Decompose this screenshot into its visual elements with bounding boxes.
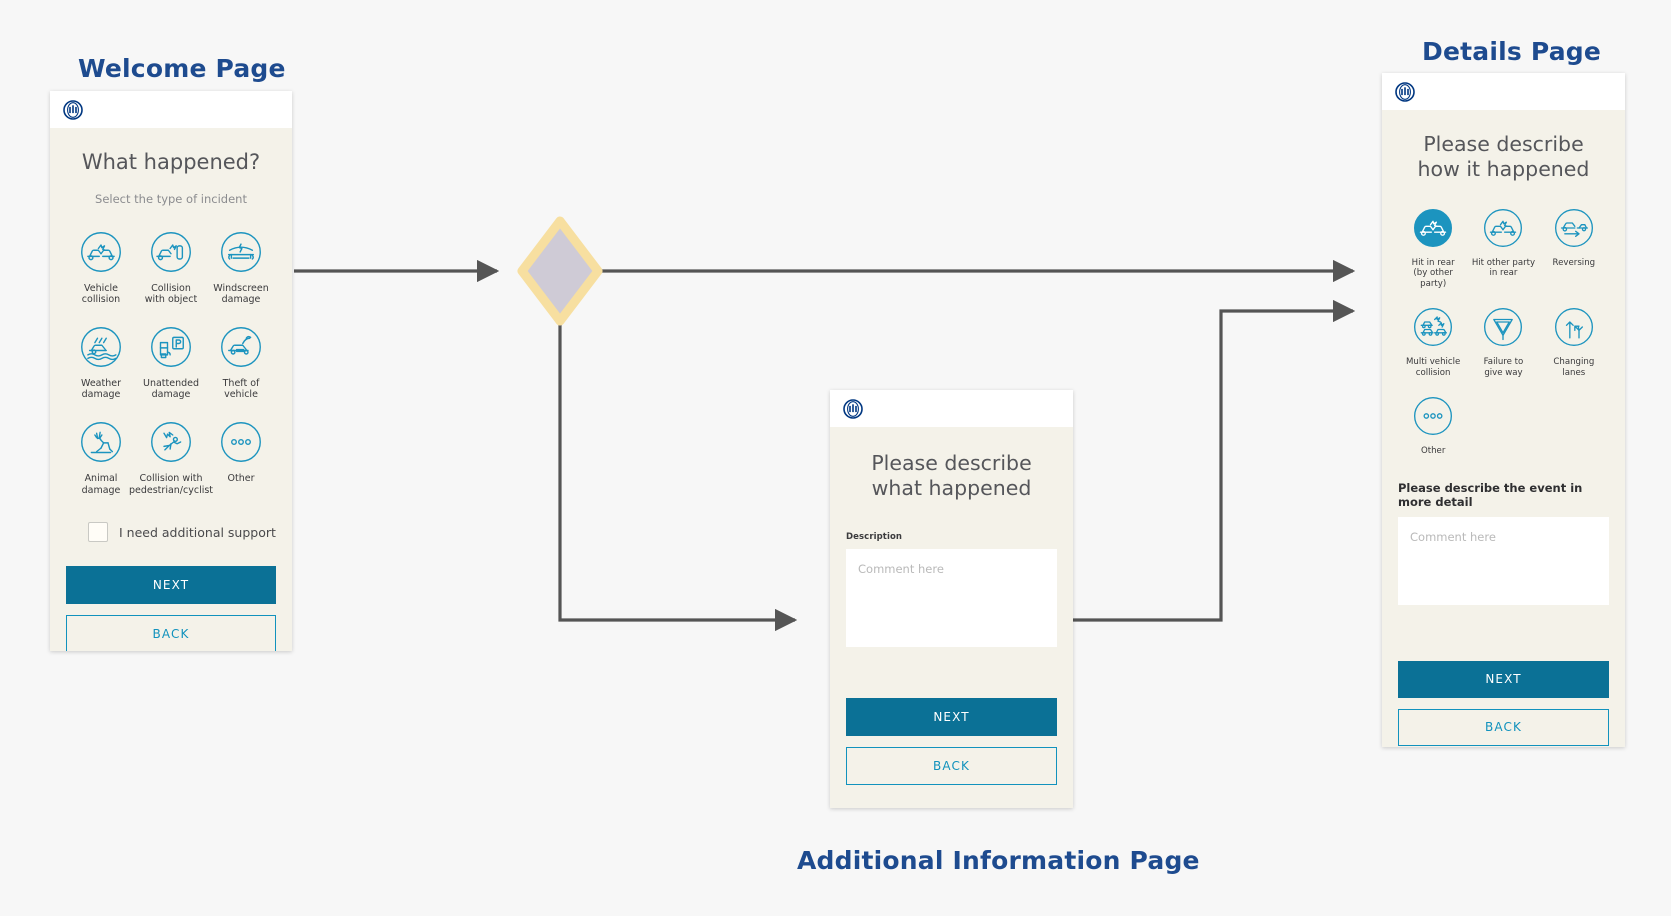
additional-support-label: I need additional support <box>119 524 276 540</box>
details-next-button[interactable]: NEXT <box>1398 660 1609 698</box>
unattended-damage-icon <box>150 326 192 373</box>
weather-damage-icon <box>80 326 122 373</box>
multi-vehicle-collision-icon <box>1413 307 1453 352</box>
details-back-button[interactable]: BACK <box>1398 708 1609 746</box>
allianz-logo-icon <box>1395 81 1415 102</box>
changing-lanes-icon <box>1554 307 1594 352</box>
welcome-body: What happened? Select the type of incide… <box>50 128 292 651</box>
additional-title: Please describe what happened <box>871 451 1032 500</box>
option-hit-in-rear[interactable]: Hit in rear (by other party) <box>1399 208 1467 289</box>
welcome-next-button[interactable]: NEXT <box>66 566 276 605</box>
option-label: Reversing <box>1552 258 1596 268</box>
option-label: Changing lanes <box>1553 357 1595 378</box>
welcome-subtitle: Select the type of incident <box>95 191 247 206</box>
additional-support-checkbox[interactable] <box>88 522 108 543</box>
option-label: Vehicle collision <box>81 282 121 306</box>
option-label: Hit other party in rear <box>1471 258 1536 279</box>
option-label: Hit in rear (by other party) <box>1411 258 1455 289</box>
fault-type-grid: Hit in rear (by other party) Hit other pa… <box>1398 208 1609 457</box>
vehicle-collision-icon <box>80 231 122 278</box>
failure-to-give-way-icon <box>1483 307 1523 352</box>
option-collision-with-pedestrian[interactable]: Collision with pedestrian/cyclist <box>129 421 213 496</box>
welcome-page-screen: What happened? Select the type of incide… <box>50 91 292 651</box>
details-textarea[interactable] <box>1398 516 1609 605</box>
option-collision-with-object[interactable]: Collision with object <box>137 231 205 306</box>
option-label: Multi vehicle collision <box>1405 357 1461 378</box>
option-label: Other <box>227 472 255 484</box>
option-label: Unattended damage <box>142 377 200 401</box>
welcome-back-button[interactable]: BACK <box>66 615 276 651</box>
option-multi-vehicle-collision[interactable]: Multi vehicle collision <box>1399 307 1467 378</box>
additional-info-screen: Please describe what happened Descriptio… <box>830 390 1073 808</box>
windscreen-damage-icon <box>220 231 262 278</box>
details-page-screen: Please describe how it happened Hit in r… <box>1382 73 1625 747</box>
additional-next-button[interactable]: NEXT <box>846 698 1057 736</box>
option-label: Collision with pedestrian/cyclist <box>128 472 214 496</box>
option-theft-of-vehicle[interactable]: Theft of vehicle <box>207 326 275 401</box>
decision-node[interactable] <box>516 215 604 332</box>
option-other[interactable]: Other <box>207 421 275 496</box>
option-failure-to-give-way[interactable]: Failure to give way <box>1469 307 1537 378</box>
option-label: Theft of vehicle <box>222 377 260 401</box>
animal-damage-icon <box>80 421 122 468</box>
description-field-label: Description <box>846 532 903 542</box>
details-title: Please describe how it happened <box>1417 132 1590 181</box>
additional-support-checkbox-row[interactable]: I need additional support <box>66 522 276 543</box>
connector-decision-to-additional <box>558 300 798 632</box>
option-windscreen-damage[interactable]: Windscreen damage <box>207 231 275 306</box>
incident-type-grid: Vehicle collision Collision with object Wi… <box>66 231 276 496</box>
allianz-logo-icon <box>63 99 83 120</box>
caption-details-page: Details Page <box>1422 37 1602 66</box>
hit-in-rear-icon <box>1413 208 1453 253</box>
detail-prompt-label: Please describe the event in more detail <box>1398 480 1583 509</box>
flow-diagram-canvas: Welcome Page Details Page Additional Inf… <box>0 0 1671 916</box>
option-weather-damage[interactable]: Weather damage <box>67 326 135 401</box>
hit-other-party-in-rear-icon <box>1483 208 1523 253</box>
welcome-header <box>50 91 292 128</box>
allianz-logo-icon <box>843 398 863 419</box>
option-animal-damage[interactable]: Animal damage <box>67 421 135 496</box>
option-label: Failure to give way <box>1483 357 1524 378</box>
option-vehicle-collision[interactable]: Vehicle collision <box>67 231 135 306</box>
collision-with-pedestrian-icon <box>150 421 192 468</box>
decision-diamond-shape <box>517 216 603 326</box>
details-header <box>1382 73 1625 110</box>
option-changing-lanes[interactable]: Changing lanes <box>1540 307 1608 378</box>
caption-additional-info-page: Additional Information Page <box>797 846 1200 875</box>
collision-with-object-icon <box>150 231 192 278</box>
additional-header <box>830 390 1073 427</box>
welcome-title: What happened? <box>81 150 261 174</box>
option-label: Weather damage <box>81 377 121 401</box>
option-hit-other-party-in-rear[interactable]: Hit other party in rear <box>1469 208 1537 289</box>
option-other[interactable]: Other <box>1399 396 1467 456</box>
details-body: Please describe how it happened Hit in r… <box>1382 110 1625 747</box>
option-reversing[interactable]: Reversing <box>1540 208 1608 289</box>
option-unattended-damage[interactable]: Unattended damage <box>137 326 205 401</box>
option-label: Windscreen damage <box>213 282 269 306</box>
description-textarea[interactable] <box>846 549 1057 647</box>
additional-back-button[interactable]: BACK <box>846 747 1057 785</box>
theft-of-vehicle-icon <box>220 326 262 373</box>
connector-additional-to-details <box>1073 299 1356 622</box>
option-label: Collision with object <box>144 282 198 306</box>
caption-welcome-page: Welcome Page <box>78 54 286 83</box>
reversing-icon <box>1554 208 1594 253</box>
option-label: Animal damage <box>81 472 121 496</box>
other-icon <box>220 421 262 468</box>
other-icon <box>1413 396 1453 441</box>
option-label: Other <box>1420 446 1446 457</box>
additional-body: Please describe what happened Descriptio… <box>830 427 1073 801</box>
